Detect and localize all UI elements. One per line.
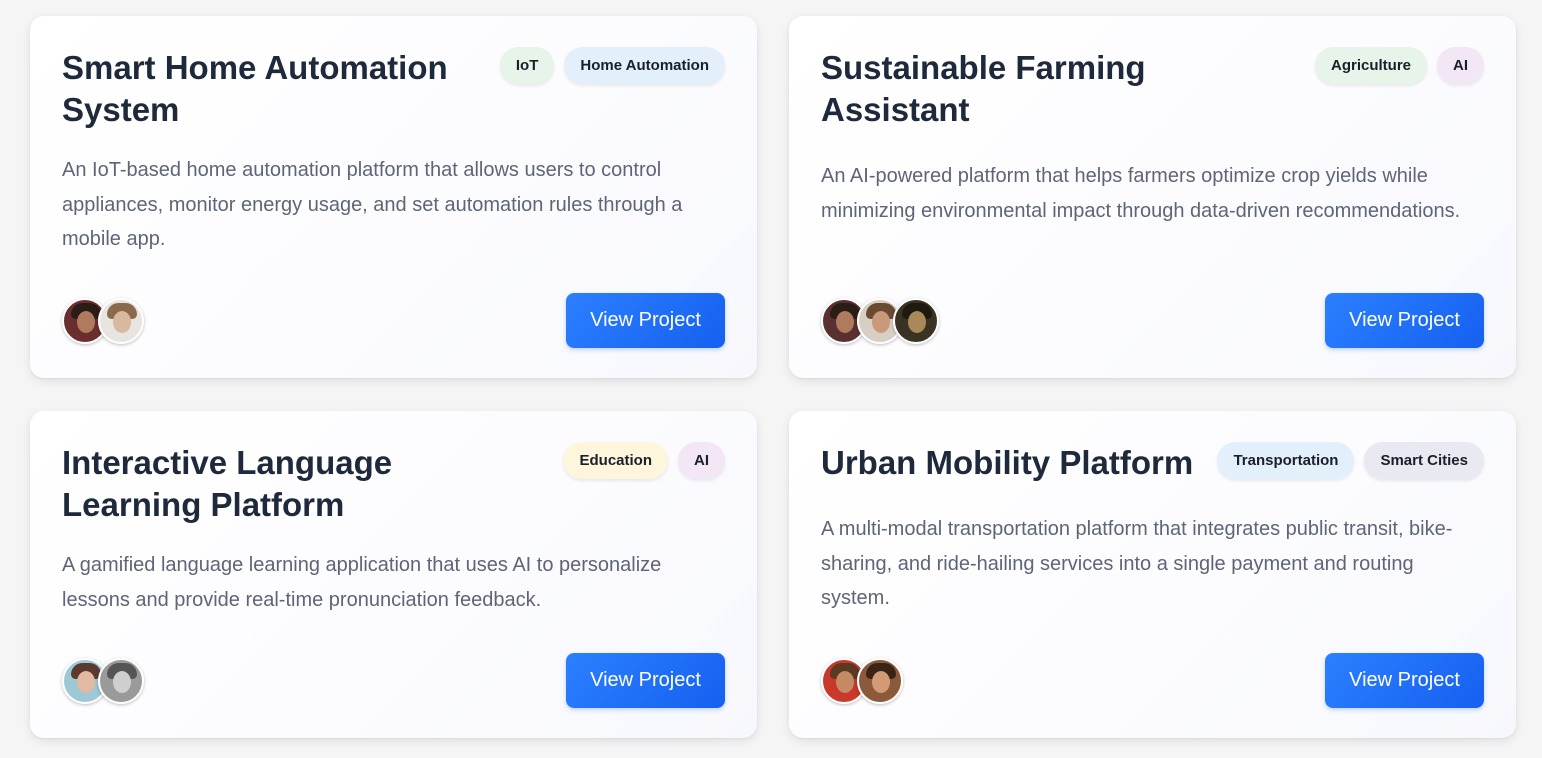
- avatar[interactable]: [98, 297, 144, 344]
- view-project-button[interactable]: View Project: [566, 653, 725, 708]
- card-header: Urban Mobility Platform Transportation S…: [821, 442, 1484, 484]
- card-header: Sustainable Farming Assistant Agricultur…: [821, 47, 1484, 131]
- team-avatars: [821, 657, 903, 704]
- project-grid: Smart Home Automation System IoT Home Au…: [0, 0, 1542, 758]
- avatar[interactable]: [98, 657, 144, 704]
- view-project-button[interactable]: View Project: [566, 293, 725, 348]
- team-avatars: [62, 297, 144, 344]
- project-card: Interactive Language Learning Platform E…: [30, 411, 757, 738]
- team-avatars: [62, 657, 144, 704]
- tag-badge: Transportation: [1217, 442, 1355, 479]
- view-project-button[interactable]: View Project: [1325, 293, 1484, 348]
- card-header: Interactive Language Learning Platform E…: [62, 442, 725, 526]
- avatar[interactable]: [857, 657, 903, 704]
- card-footer: View Project: [62, 653, 725, 708]
- tag-badge: Home Automation: [564, 47, 725, 84]
- project-title: Smart Home Automation System: [62, 49, 448, 128]
- tag-badge: Smart Cities: [1364, 442, 1484, 479]
- project-title: Urban Mobility Platform: [821, 444, 1194, 481]
- project-description: A multi-modal transportation platform th…: [821, 518, 1453, 609]
- team-avatars: [821, 297, 939, 344]
- card-footer: View Project: [62, 293, 725, 348]
- project-card: Smart Home Automation System IoT Home Au…: [30, 16, 757, 378]
- project-description: A gamified language learning application…: [62, 554, 662, 611]
- tag-badge: Education: [563, 442, 668, 479]
- card-footer: View Project: [821, 293, 1484, 348]
- card-footer: View Project: [821, 653, 1484, 708]
- tag-badge: IoT: [499, 47, 555, 84]
- tag-list: IoT Home Automation: [499, 47, 725, 84]
- tag-badge: AI: [678, 442, 725, 479]
- project-card: Sustainable Farming Assistant Agricultur…: [789, 16, 1516, 378]
- project-title: Interactive Language Learning Platform: [62, 444, 393, 523]
- tag-list: Education AI: [563, 442, 725, 479]
- project-description: An IoT-based home automation platform th…: [62, 159, 683, 250]
- tag-badge: Agriculture: [1314, 47, 1427, 84]
- tag-badge: AI: [1437, 47, 1484, 84]
- tag-list: Transportation Smart Cities: [1217, 442, 1484, 479]
- avatar[interactable]: [893, 297, 939, 344]
- project-description: An AI-powered platform that helps farmer…: [821, 165, 1461, 222]
- tag-list: Agriculture AI: [1314, 47, 1484, 84]
- view-project-button[interactable]: View Project: [1325, 653, 1484, 708]
- card-header: Smart Home Automation System IoT Home Au…: [62, 47, 725, 131]
- project-title: Sustainable Farming Assistant: [821, 49, 1146, 128]
- project-card: Urban Mobility Platform Transportation S…: [789, 411, 1516, 738]
